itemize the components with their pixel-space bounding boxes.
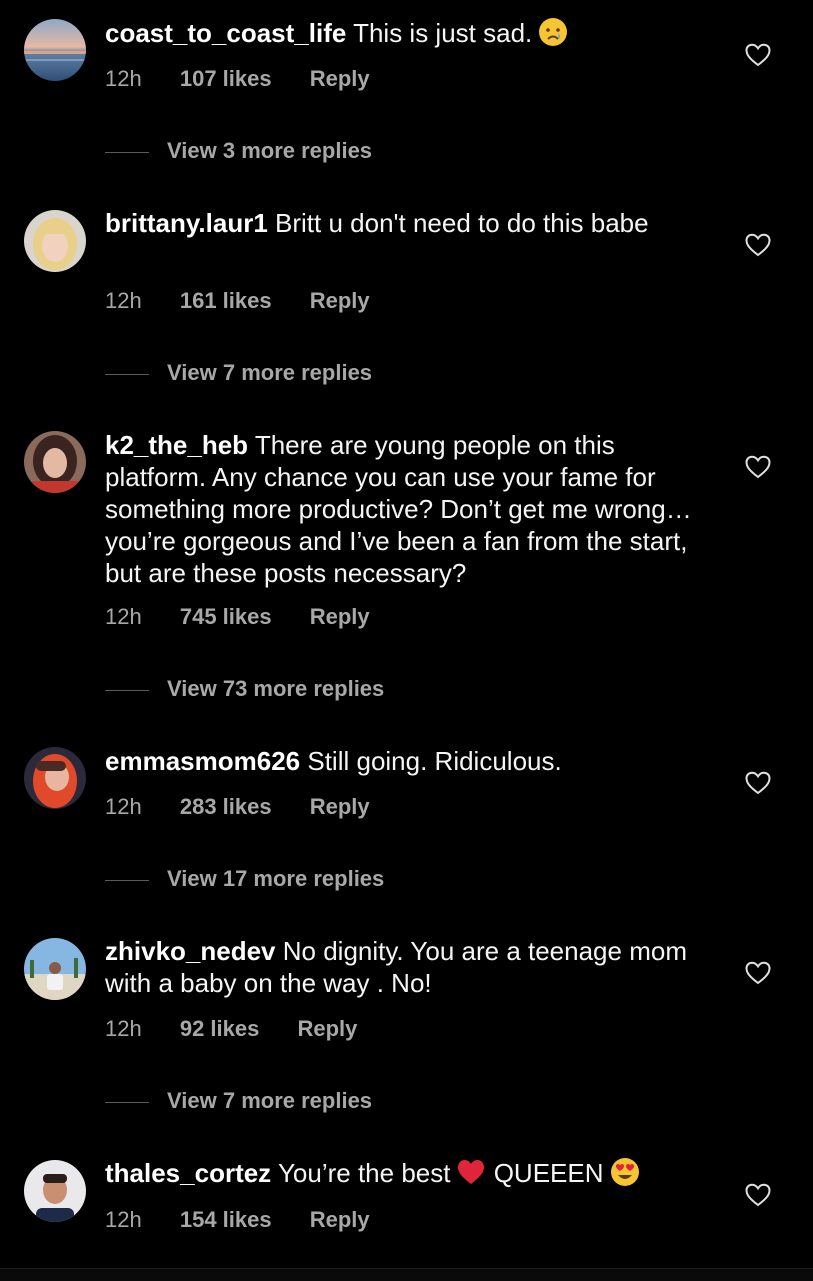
comment-body: This is just sad. — [353, 18, 533, 48]
reply-button[interactable]: Reply — [310, 65, 370, 93]
heart-icon[interactable] — [745, 1183, 771, 1207]
comment-likes[interactable]: 107 likes — [180, 65, 272, 93]
comment-meta: 12h 745 likes Reply — [105, 603, 370, 631]
view-replies-link[interactable]: View 7 more replies — [105, 359, 372, 387]
view-replies-label: View 3 more replies — [167, 138, 373, 163]
comment-body: Britt u don't need to do this babe — [275, 208, 649, 238]
comment-text: brittany.laur1 Britt u don't need to do … — [105, 207, 705, 239]
red-heart-icon — [456, 1157, 486, 1187]
comment-body-suffix: QUEEEN — [493, 1158, 604, 1188]
reply-divider — [105, 373, 149, 375]
avatar[interactable] — [24, 431, 86, 493]
reply-divider — [105, 1101, 149, 1103]
comment-time: 12h — [105, 66, 142, 91]
heart-icon[interactable] — [745, 771, 771, 795]
comment-likes[interactable]: 154 likes — [180, 1206, 272, 1234]
avatar[interactable] — [24, 747, 86, 809]
avatar[interactable] — [24, 938, 86, 1000]
comment-meta: 12h 161 likes Reply — [105, 287, 370, 315]
reply-divider — [105, 879, 149, 881]
reply-button[interactable]: Reply — [297, 1015, 357, 1043]
heart-icon[interactable] — [745, 43, 771, 67]
comment-likes[interactable]: 745 likes — [180, 603, 272, 631]
comment-text: coast_to_coast_life This is just sad. — [105, 17, 705, 49]
heart-icon[interactable] — [745, 961, 771, 985]
crying-face-icon — [538, 17, 568, 47]
reply-button[interactable]: Reply — [310, 603, 370, 631]
heart-icon[interactable] — [745, 233, 771, 257]
comment-text: k2_the_heb There are young people on thi… — [105, 429, 705, 589]
comment-username[interactable]: k2_the_heb — [105, 430, 248, 460]
view-replies-link[interactable]: View 17 more replies — [105, 865, 384, 893]
comment-text: zhivko_nedev No dignity. You are a teena… — [105, 935, 705, 999]
comment-time: 12h — [105, 1207, 142, 1232]
view-replies-label: View 7 more replies — [167, 1088, 373, 1113]
bottom-edge — [0, 1268, 813, 1281]
comment-username[interactable]: zhivko_nedev — [105, 936, 276, 966]
avatar[interactable] — [24, 210, 86, 272]
comment-likes[interactable]: 283 likes — [180, 793, 272, 821]
view-replies-label: View 7 more replies — [167, 360, 373, 385]
comment-username[interactable]: thales_cortez — [105, 1158, 271, 1188]
view-replies-label: View 73 more replies — [167, 676, 385, 701]
heart-icon[interactable] — [745, 455, 771, 479]
reply-button[interactable]: Reply — [310, 793, 370, 821]
comment-time: 12h — [105, 604, 142, 629]
reply-divider — [105, 151, 149, 153]
comment-likes[interactable]: 161 likes — [180, 287, 272, 315]
comment-time: 12h — [105, 1016, 142, 1041]
comment-time: 12h — [105, 288, 142, 313]
comment-text: emmasmom626 Still going. Ridiculous. — [105, 745, 705, 777]
comment-meta: 12h 92 likes Reply — [105, 1015, 357, 1043]
comment-likes[interactable]: 92 likes — [180, 1015, 260, 1043]
view-replies-link[interactable]: View 7 more replies — [105, 1087, 372, 1115]
comment-body: You’re the best — [277, 1158, 451, 1188]
comment-meta: 12h 283 likes Reply — [105, 793, 370, 821]
view-replies-label: View 17 more replies — [167, 866, 385, 891]
view-replies-link[interactable]: View 73 more replies — [105, 675, 384, 703]
reply-button[interactable]: Reply — [310, 1206, 370, 1234]
comment-username[interactable]: brittany.laur1 — [105, 208, 268, 238]
avatar[interactable] — [24, 1160, 86, 1222]
comment-body: Still going. Ridiculous. — [307, 746, 562, 776]
reply-divider — [105, 689, 149, 691]
comment-text: thales_cortez You’re the best QUEEEN — [105, 1157, 705, 1189]
comment-meta: 12h 107 likes Reply — [105, 65, 370, 93]
avatar[interactable] — [24, 19, 86, 81]
view-replies-link[interactable]: View 3 more replies — [105, 137, 372, 165]
heart-eyes-face-icon — [610, 1157, 640, 1187]
comment-username[interactable]: coast_to_coast_life — [105, 18, 346, 48]
comment-time: 12h — [105, 794, 142, 819]
reply-button[interactable]: Reply — [310, 287, 370, 315]
comment-username[interactable]: emmasmom626 — [105, 746, 300, 776]
comment-meta: 12h 154 likes Reply — [105, 1206, 370, 1234]
